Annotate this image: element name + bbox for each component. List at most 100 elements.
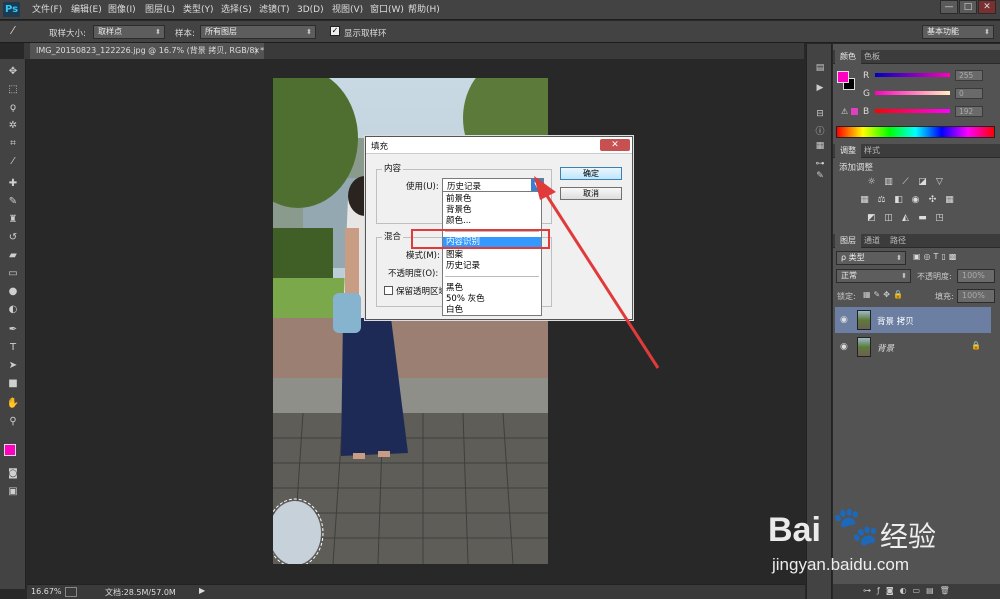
workspace-select[interactable]: 基本功能 ⬍ [922, 25, 994, 39]
exposure-icon[interactable]: ◪ [917, 177, 928, 188]
menu-filter[interactable]: 滤镜(T) [259, 4, 290, 16]
color-lookup-icon[interactable]: ▦ [944, 195, 955, 206]
brightness-icon[interactable]: ☼ [866, 177, 877, 188]
dodge-tool-icon[interactable]: ◐ [5, 303, 21, 317]
channel-mixer-icon[interactable]: ✣ [927, 195, 938, 206]
layer-filter-icons[interactable]: ▣◎T▯▩ [913, 252, 959, 261]
blend-mode-select[interactable]: 正常 ⬍ [836, 269, 911, 283]
selective-color-icon[interactable]: ◳ [934, 213, 945, 224]
layer-name[interactable]: 背景 拷贝 [877, 315, 914, 327]
dropdown-item-content-aware[interactable]: 内容识别 [446, 237, 480, 248]
color-spectrum-ramp[interactable] [836, 126, 995, 138]
close-tab-icon[interactable]: × [253, 43, 260, 59]
eye-icon[interactable]: ◉ [840, 341, 852, 353]
show-ring-checkbox[interactable]: ✓ [330, 26, 340, 36]
vibrance-icon[interactable]: ▽ [934, 177, 945, 188]
menu-file[interactable]: 文件(F) [32, 4, 62, 16]
dropdown-item-50-gray[interactable]: 50% 灰色 [446, 294, 485, 305]
menu-help[interactable]: 帮助(H) [408, 4, 440, 16]
layer-opacity-input[interactable]: 100% [957, 269, 995, 283]
properties-panel-icon[interactable]: ⊟ [812, 108, 828, 121]
b-slider[interactable] [875, 109, 950, 113]
gradient-map-icon[interactable]: ▬ [917, 213, 928, 224]
tab-channels[interactable]: 通道 [859, 234, 885, 248]
blur-tool-icon[interactable]: ● [5, 285, 21, 299]
curves-icon[interactable]: ⟋ [900, 177, 911, 188]
menu-type[interactable]: 类型(Y) [183, 4, 214, 16]
color-balance-icon[interactable]: ⚖ [876, 195, 887, 206]
foreground-color-swatch[interactable] [4, 444, 16, 456]
sample-select[interactable]: 所有图层 ⬍ [200, 25, 316, 39]
black-white-icon[interactable]: ◧ [893, 195, 904, 206]
dropdown-item-white[interactable]: 白色 [446, 305, 463, 316]
brush-tool-icon[interactable]: ✎ [5, 195, 21, 209]
type-tool-icon[interactable]: T [5, 341, 21, 355]
tab-styles[interactable]: 样式 [859, 144, 885, 158]
eraser-tool-icon[interactable]: ▰ [5, 249, 21, 263]
healing-brush-tool-icon[interactable]: ✚ [5, 177, 21, 191]
magic-wand-tool-icon[interactable]: ✲ [5, 119, 21, 133]
quick-mask-icon[interactable]: ◙ [5, 467, 21, 481]
r-value[interactable]: 255 [955, 70, 983, 81]
tab-layers[interactable]: 图层 [835, 234, 861, 248]
layer-row[interactable]: ◉ 背景 拷贝 [835, 307, 991, 333]
close-button[interactable]: ✕ [978, 0, 996, 14]
invert-icon[interactable]: ◩ [866, 213, 877, 224]
preserve-transparency-checkbox[interactable] [384, 286, 393, 295]
levels-icon[interactable]: ▥ [883, 177, 894, 188]
menu-layer[interactable]: 图层(L) [145, 4, 175, 16]
lock-icons[interactable]: ▦✎✥🔒 [863, 290, 906, 299]
threshold-icon[interactable]: ◭ [900, 213, 911, 224]
dropdown-item-history[interactable]: 历史记录 [446, 261, 480, 272]
menu-window[interactable]: 窗口(W) [370, 4, 404, 16]
layer-row[interactable]: ◉ 背景 🔒 [835, 334, 991, 360]
dropdown-item-background[interactable]: 背景色 [446, 205, 472, 216]
dropdown-item-foreground[interactable]: 前景色 [446, 194, 472, 205]
brush-panel-icon[interactable]: ✎ [812, 170, 828, 183]
r-slider[interactable] [875, 73, 950, 77]
fill-input[interactable]: 100% [957, 289, 995, 303]
layer-filter-select[interactable]: ρ 类型 ⬍ [836, 251, 906, 265]
info-panel-icon[interactable]: ⓘ [812, 126, 828, 139]
path-select-tool-icon[interactable]: ➤ [5, 359, 21, 373]
history-panel-icon[interactable]: ▤ [812, 62, 828, 75]
history-brush-tool-icon[interactable]: ↺ [5, 231, 21, 245]
menu-view[interactable]: 视图(V) [332, 4, 363, 16]
menu-edit[interactable]: 编辑(E) [71, 4, 102, 16]
status-menu-arrow-icon[interactable]: ▶ [199, 586, 205, 595]
tool-presets-icon[interactable]: ⊶ [812, 158, 828, 171]
eyedropper-tool-icon[interactable]: ⁄ [5, 155, 21, 169]
g-slider[interactable] [875, 91, 950, 95]
sample-size-select[interactable]: 取样点 ⬍ [93, 25, 165, 39]
dropdown-item-black[interactable]: 黑色 [446, 283, 463, 294]
posterize-icon[interactable]: ◫ [883, 213, 894, 224]
actions-panel-icon[interactable]: ▶ [812, 82, 828, 95]
b-value[interactable]: 192 [955, 106, 983, 117]
menu-select[interactable]: 选择(S) [221, 4, 252, 16]
g-value[interactable]: 0 [955, 88, 983, 99]
gradient-tool-icon[interactable]: ▭ [5, 267, 21, 281]
minimize-button[interactable]: — [940, 0, 958, 14]
gamut-color-swatch[interactable] [851, 108, 858, 115]
menu-image[interactable]: 图像(I) [108, 4, 136, 16]
maximize-button[interactable]: □ [959, 0, 977, 14]
crop-tool-icon[interactable]: ⌗ [5, 137, 21, 151]
lasso-tool-icon[interactable]: ϙ [5, 101, 21, 115]
hand-tool-icon[interactable]: ✋ [5, 397, 21, 411]
zoom-level[interactable]: 16.67% [31, 587, 62, 596]
layer-footer-icons[interactable]: ⊶ƒ◙◐▭▤🗑 [863, 586, 956, 595]
character-panel-icon[interactable]: ▦ [812, 140, 828, 153]
eyedropper-icon[interactable]: ⁄ [12, 24, 30, 40]
shape-tool-icon[interactable]: ■ [5, 377, 21, 391]
pen-tool-icon[interactable]: ✒ [5, 323, 21, 337]
menu-3d[interactable]: 3D(D) [297, 4, 324, 16]
screen-mode-icon[interactable]: ▣ [5, 485, 21, 499]
marquee-tool-icon[interactable]: ⬚ [5, 83, 21, 97]
color-foreground-swatch[interactable] [837, 71, 849, 83]
dropdown-item-color[interactable]: 颜色... [446, 216, 471, 227]
zoom-tool-icon[interactable]: ⚲ [5, 415, 21, 429]
tab-color[interactable]: 颜色 [835, 50, 861, 64]
dialog-close-icon[interactable]: ✕ [600, 139, 630, 151]
layer-name[interactable]: 背景 [877, 342, 894, 354]
hue-saturation-icon[interactable]: ▦ [859, 195, 870, 206]
